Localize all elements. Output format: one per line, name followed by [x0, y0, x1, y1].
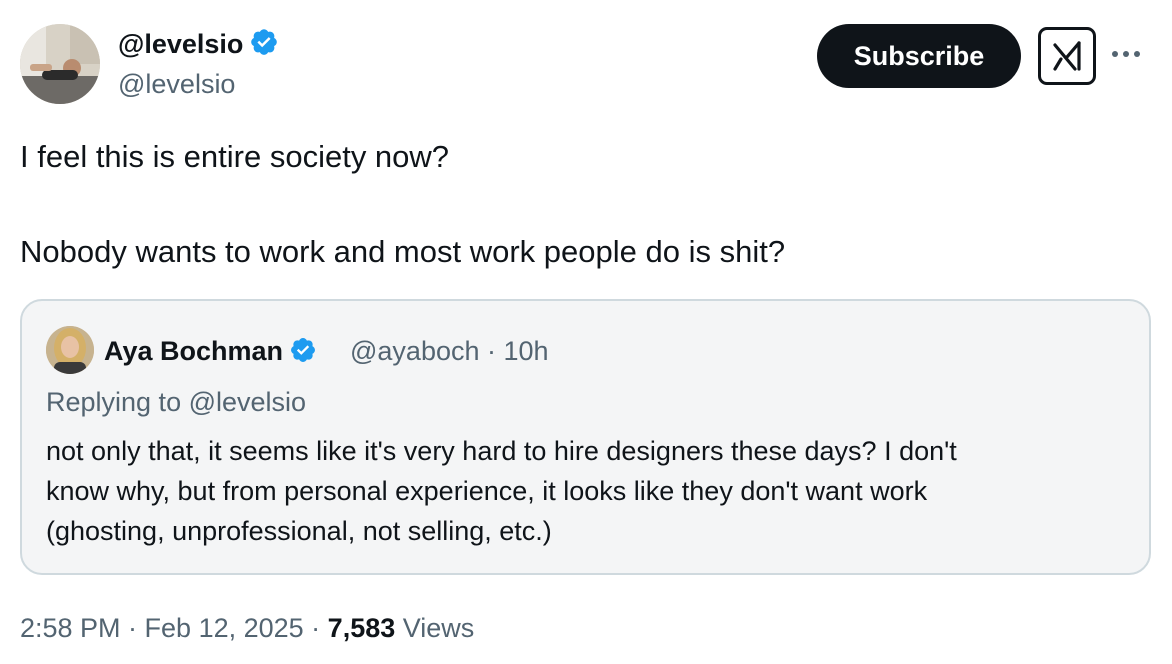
quoted-author-name-text[interactable]: Aya Bochman: [104, 336, 283, 366]
quoted-tweet-text: not only that, it seems like it's very h…: [46, 436, 957, 546]
replying-to: Replying to @levelsio: [46, 387, 307, 417]
views-label: Views: [395, 613, 475, 643]
more-dot: [1112, 51, 1118, 57]
author-name-text[interactable]: @levelsio: [118, 29, 243, 59]
tweet-time-date[interactable]: 2:58 PM · Feb 12, 2025 ·: [20, 613, 328, 643]
views-count: 7,583: [327, 613, 396, 643]
more-dot: [1123, 51, 1129, 57]
verified-badge-icon: [291, 338, 316, 362]
more-dot: [1134, 51, 1140, 57]
author-display-name[interactable]: @levelsio: [118, 27, 279, 61]
more-horizontal-icon[interactable]: [1112, 44, 1152, 64]
quoted-author-handle-time[interactable]: @ayaboch · 10h: [350, 334, 549, 368]
verified-badge-icon: [251, 29, 278, 55]
tweet-text-line-1: I feel this is entire society now?: [20, 139, 450, 174]
author-avatar[interactable]: [20, 24, 100, 104]
quoted-author-name[interactable]: Aya Bochman: [104, 334, 317, 368]
grok-icon[interactable]: [1038, 27, 1096, 85]
tweet-meta: 2:58 PM · Feb 12, 2025 · 7,583 Views: [20, 610, 474, 646]
quoted-tweet-card[interactable]: Aya Bochman @ayaboch · 10h Replying to @…: [20, 299, 1151, 575]
tweet-text-line-2: Nobody wants to work and most work peopl…: [20, 234, 786, 269]
quoted-author-avatar[interactable]: [46, 326, 94, 374]
subscribe-button[interactable]: Subscribe: [817, 24, 1021, 88]
author-handle[interactable]: @levelsio: [118, 67, 235, 101]
